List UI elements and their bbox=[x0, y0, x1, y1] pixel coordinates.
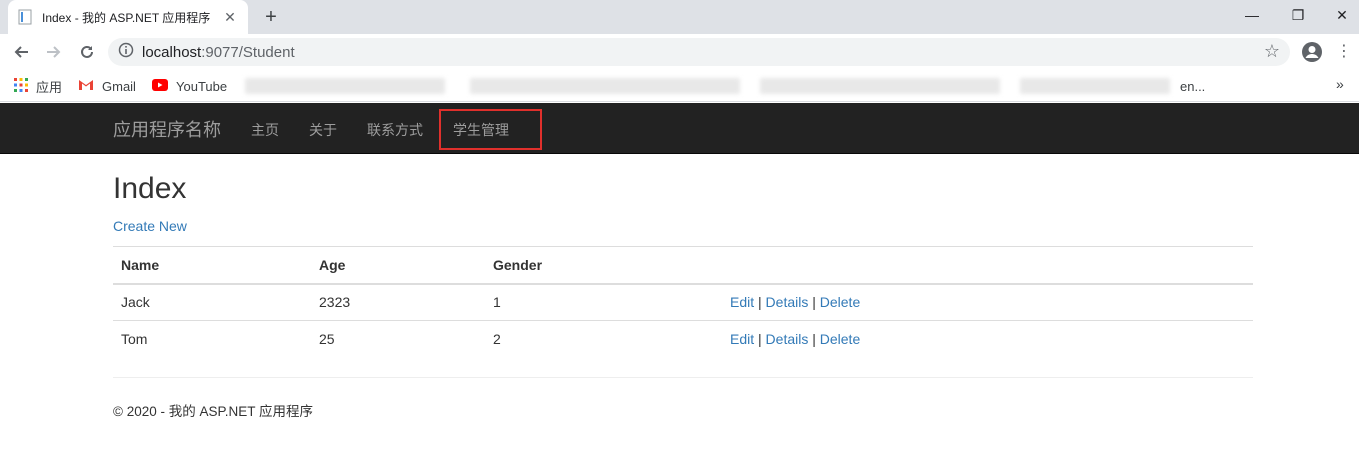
site-navbar: 应用程序名称 主页 关于 联系方式 学生管理 bbox=[0, 103, 1359, 154]
nav-link-contact[interactable]: 联系方式 bbox=[367, 120, 423, 140]
cell-name: Tom bbox=[113, 320, 311, 358]
nav-link-home[interactable]: 主页 bbox=[251, 120, 279, 140]
cell-actions: Edit | Details | Delete bbox=[722, 320, 1253, 358]
bookmark-label: en... bbox=[1180, 78, 1206, 94]
minimize-icon[interactable]: — bbox=[1229, 0, 1275, 30]
tab-title: Index - 我的 ASP.NET 应用程序 bbox=[42, 10, 211, 25]
tab-close-icon[interactable]: ✕ bbox=[222, 9, 238, 26]
new-tab-icon[interactable]: + bbox=[259, 5, 283, 29]
cell-name: Jack bbox=[113, 283, 311, 321]
redacted-bookmarks bbox=[760, 78, 1000, 94]
url-path: :9077/Student bbox=[201, 43, 295, 61]
browser-menu-icon[interactable]: ⋮ bbox=[1336, 40, 1352, 64]
youtube-icon bbox=[152, 78, 168, 94]
footer-text: © 2020 - 我的 ASP.NET 应用程序 bbox=[113, 404, 314, 419]
details-link[interactable]: Details bbox=[766, 294, 809, 310]
gmail-icon bbox=[78, 79, 94, 94]
address-bar[interactable]: localhost:9077/Student ☆ bbox=[108, 38, 1290, 66]
edit-link[interactable]: Edit bbox=[730, 294, 754, 310]
restore-icon[interactable]: ❐ bbox=[1275, 0, 1321, 30]
url-host: localhost bbox=[142, 43, 202, 61]
delete-link[interactable]: Delete bbox=[820, 331, 860, 347]
bookmark-label: 应用 bbox=[36, 79, 63, 95]
separator: | bbox=[758, 294, 766, 311]
page-title: Index bbox=[113, 172, 187, 205]
bookmark-apps[interactable]: 应用 bbox=[14, 76, 62, 96]
nav-link-about[interactable]: 关于 bbox=[309, 120, 337, 140]
bookmark-gmail[interactable]: Gmail bbox=[78, 76, 136, 96]
redacted-bookmarks bbox=[245, 78, 445, 94]
column-header-actions bbox=[722, 246, 1253, 285]
bookmark-youtube[interactable]: YouTube bbox=[152, 76, 227, 96]
separator: | bbox=[758, 331, 766, 348]
forward-icon[interactable] bbox=[42, 40, 66, 64]
redacted-bookmarks bbox=[470, 78, 740, 94]
brand-link[interactable]: 应用程序名称 bbox=[113, 116, 221, 142]
column-header-gender: Gender bbox=[485, 246, 722, 285]
cell-age: 2323 bbox=[311, 283, 485, 321]
browser-tab[interactable]: Index - 我的 ASP.NET 应用程序 ✕ bbox=[8, 0, 248, 34]
student-table: Name Age Gender Jack 2323 1 Edit | Detai… bbox=[113, 246, 1253, 358]
edit-link[interactable]: Edit bbox=[730, 331, 754, 347]
url-text: localhost:9077/Student bbox=[142, 44, 295, 61]
create-new-link[interactable]: Create New bbox=[113, 218, 187, 234]
table-header-row: Name Age Gender bbox=[113, 246, 1253, 285]
cell-age: 25 bbox=[311, 320, 485, 358]
delete-link[interactable]: Delete bbox=[820, 294, 860, 310]
footer-divider bbox=[113, 377, 1253, 378]
column-header-age: Age bbox=[311, 246, 485, 285]
bookmark-star-icon[interactable]: ☆ bbox=[1264, 41, 1280, 62]
cell-gender: 1 bbox=[485, 283, 722, 321]
bookmark-truncated[interactable]: en... bbox=[1180, 76, 1205, 96]
profile-avatar-icon[interactable] bbox=[1301, 41, 1323, 63]
back-icon[interactable] bbox=[9, 40, 33, 64]
separator: | bbox=[812, 331, 820, 348]
annotation-highlight-box bbox=[439, 109, 542, 150]
bookmark-label: YouTube bbox=[176, 78, 228, 94]
table-row: Jack 2323 1 Edit | Details | Delete bbox=[113, 283, 1253, 321]
cell-actions: Edit | Details | Delete bbox=[722, 283, 1253, 321]
reload-icon[interactable] bbox=[75, 40, 99, 64]
separator: | bbox=[812, 294, 820, 311]
browser-tab-strip: Index - 我的 ASP.NET 应用程序 ✕ + — ❐ ✕ bbox=[0, 0, 1359, 34]
bookmarks-bar: 应用 Gmail YouTube en... » bbox=[0, 70, 1359, 102]
redacted-bookmarks bbox=[1020, 78, 1170, 94]
column-header-name: Name bbox=[113, 246, 311, 285]
apps-grid-icon bbox=[14, 77, 28, 95]
bookmark-label: Gmail bbox=[102, 78, 136, 94]
window-close-icon[interactable]: ✕ bbox=[1319, 0, 1359, 30]
browser-toolbar: localhost:9077/Student ☆ ⋮ bbox=[0, 34, 1359, 70]
info-icon[interactable] bbox=[118, 42, 134, 63]
table-row: Tom 25 2 Edit | Details | Delete bbox=[113, 320, 1253, 358]
details-link[interactable]: Details bbox=[766, 331, 809, 347]
bookmarks-overflow-icon[interactable]: » bbox=[1336, 76, 1344, 92]
cell-gender: 2 bbox=[485, 320, 722, 358]
page-favicon-icon bbox=[18, 9, 32, 25]
